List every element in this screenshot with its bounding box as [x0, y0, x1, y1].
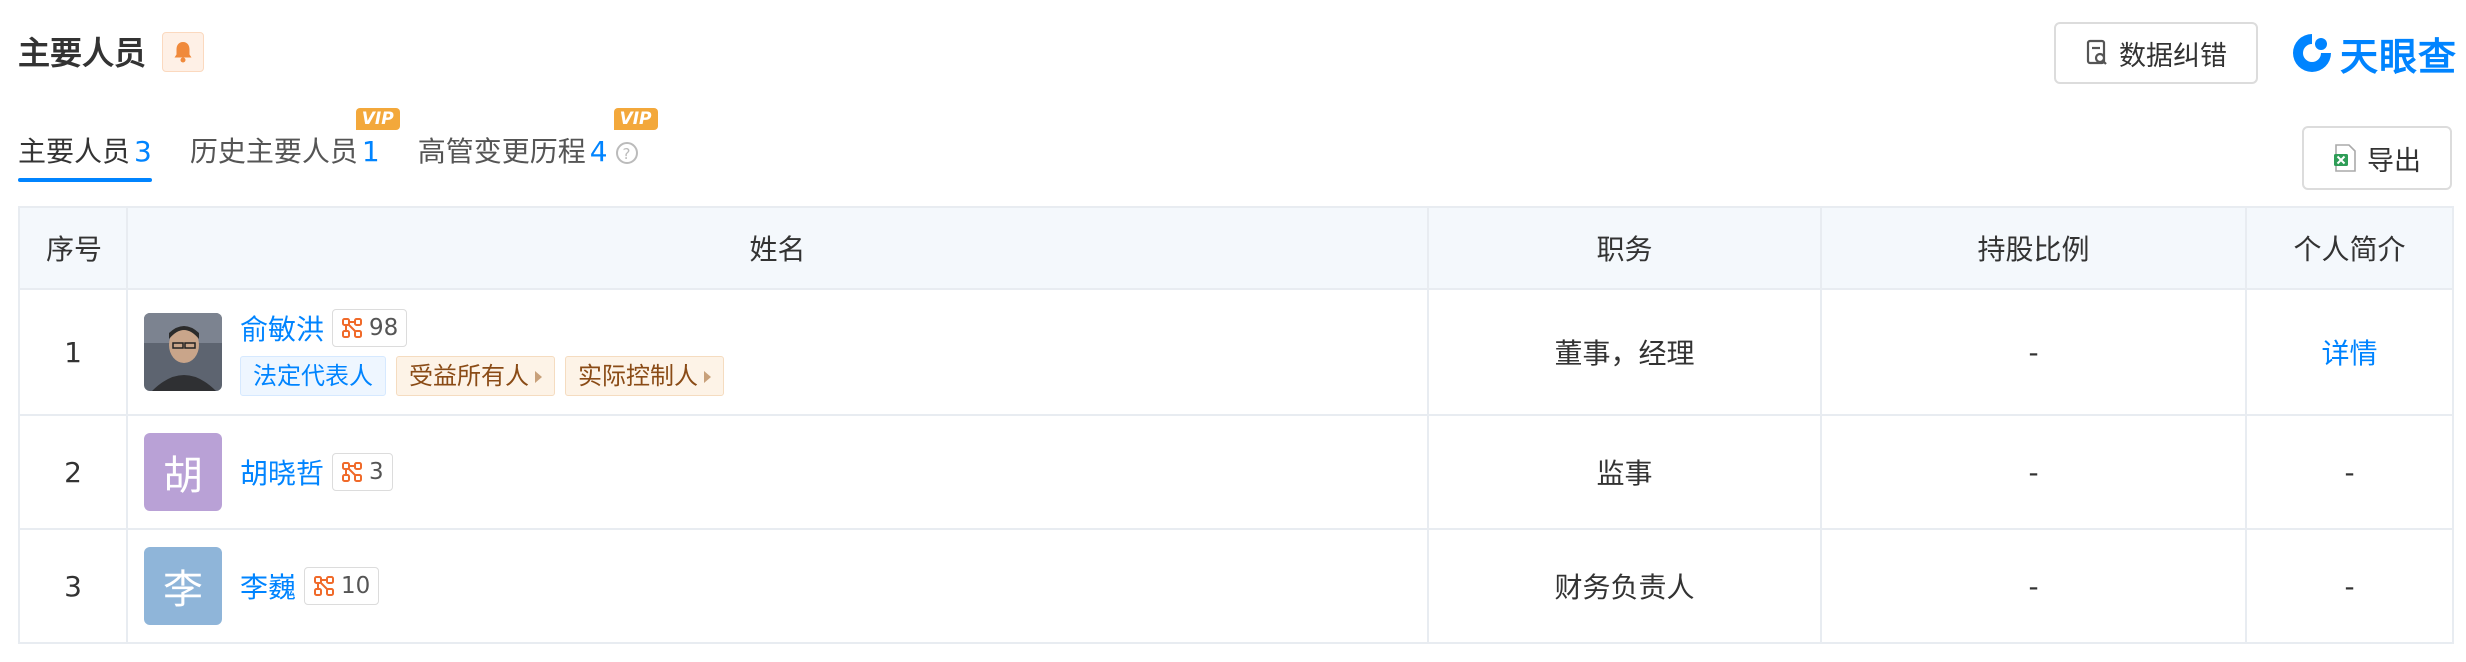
tab-label: 历史主要人员 — [189, 135, 358, 168]
table-row: 1 俞敏洪 98 法定代表人 受益所有人 实际控制人 董事，经理 - 详情 — [18, 288, 2454, 416]
relation-graph-button[interactable]: 10 — [304, 567, 380, 605]
avatar-initial[interactable]: 胡 — [144, 433, 222, 511]
relation-count: 10 — [341, 573, 371, 599]
tab-bar: 主要人员 3 历史主要人员 1 VIP 高管变更历程 4? VIP — [18, 108, 676, 182]
table-row: 2 胡 胡晓哲 3 监事 - - — [18, 414, 2454, 530]
caret-right-icon — [535, 371, 542, 383]
relation-graph-button[interactable]: 3 — [332, 453, 393, 491]
person-cell: 胡 胡晓哲 3 — [126, 414, 1429, 530]
tab-count: 4 — [589, 135, 608, 168]
relation-count: 3 — [369, 459, 384, 485]
person-cell: 俞敏洪 98 法定代表人 受益所有人 实际控制人 — [126, 288, 1429, 416]
header-name: 姓名 — [126, 206, 1429, 290]
bell-icon — [174, 42, 192, 63]
subscribe-bell-button[interactable] — [162, 32, 204, 72]
profile-detail-link[interactable]: 详情 — [2321, 337, 2377, 370]
tab-label: 高管变更历程 — [417, 135, 586, 168]
header-position: 职务 — [1427, 206, 1822, 290]
position-cell: 董事，经理 — [1427, 288, 1822, 416]
help-icon[interactable]: ? — [615, 142, 638, 164]
row-index: 3 — [18, 528, 128, 644]
person-name-link[interactable]: 胡晓哲 — [240, 452, 324, 492]
report-icon — [2086, 39, 2107, 65]
shareholding-cell: - — [1820, 414, 2247, 530]
tab-count: 1 — [361, 135, 380, 168]
table-header-row: 序号 姓名 职务 持股比例 个人简介 — [18, 206, 2454, 290]
tag-label: 受益所有人 — [409, 362, 529, 390]
tab-executive-changes[interactable]: 高管变更历程 4? VIP — [417, 108, 658, 182]
relation-graph-icon — [314, 576, 335, 596]
brand-logo[interactable]: 天眼查 — [2290, 28, 2458, 79]
shareholding-cell: - — [1820, 288, 2247, 416]
table-row: 3 李 李巍 10 财务负责人 - - — [18, 528, 2454, 644]
page: 主要人员 数据纠错 天眼查 主要人员 3 历史主要人员 1 VIP 高管变更历程… — [0, 0, 2466, 662]
person-cell: 李 李巍 10 — [126, 528, 1429, 644]
header-index: 序号 — [18, 206, 128, 290]
tab-label: 主要人员 — [18, 135, 131, 168]
profile-cell: 详情 — [2245, 288, 2454, 416]
shareholding-cell: - — [1820, 528, 2247, 644]
profile-cell: - — [2245, 528, 2454, 644]
person-name-link[interactable]: 俞敏洪 — [240, 308, 324, 348]
relation-graph-button[interactable]: 98 — [332, 309, 408, 347]
excel-icon — [2334, 144, 2356, 172]
row-index: 1 — [18, 288, 128, 416]
vip-badge: VIP — [613, 108, 658, 130]
person-tags: 法定代表人 受益所有人 实际控制人 — [240, 356, 724, 396]
header-shareholding: 持股比例 — [1820, 206, 2247, 290]
position-cell: 监事 — [1427, 414, 1822, 530]
profile-cell: - — [2245, 414, 2454, 530]
export-button[interactable]: 导出 — [2302, 126, 2452, 190]
data-correction-label: 数据纠错 — [2119, 40, 2227, 72]
data-correction-button[interactable]: 数据纠错 — [2054, 22, 2258, 84]
tag-legal-representative[interactable]: 法定代表人 — [240, 356, 386, 396]
tag-label: 实际控制人 — [578, 362, 698, 390]
export-label: 导出 — [2367, 145, 2421, 177]
position-cell: 财务负责人 — [1427, 528, 1822, 644]
row-index: 2 — [18, 414, 128, 530]
tianyancha-logo-icon — [2293, 34, 2331, 72]
tab-key-personnel[interactable]: 主要人员 3 — [18, 130, 152, 182]
person-portrait-icon — [144, 313, 222, 391]
brand-name: 天眼查 — [2340, 34, 2458, 79]
tab-count: 3 — [134, 135, 152, 168]
person-name-link[interactable]: 李巍 — [240, 566, 296, 606]
tab-history-personnel[interactable]: 历史主要人员 1 VIP — [189, 108, 400, 182]
caret-right-icon — [704, 371, 711, 383]
tag-actual-controller[interactable]: 实际控制人 — [565, 356, 724, 396]
relation-graph-icon — [342, 318, 363, 338]
relation-graph-icon — [342, 462, 363, 482]
header-profile: 个人简介 — [2245, 206, 2454, 290]
section-title: 主要人员 — [18, 34, 147, 72]
avatar-initial[interactable]: 李 — [144, 547, 222, 625]
tag-beneficial-owner[interactable]: 受益所有人 — [396, 356, 555, 396]
personnel-table: 序号 姓名 职务 持股比例 个人简介 1 俞敏洪 98 法定代表人 受益所有人 … — [18, 206, 2454, 644]
vip-badge: VIP — [355, 108, 400, 130]
relation-count: 98 — [369, 315, 399, 341]
avatar-photo[interactable] — [144, 313, 222, 391]
